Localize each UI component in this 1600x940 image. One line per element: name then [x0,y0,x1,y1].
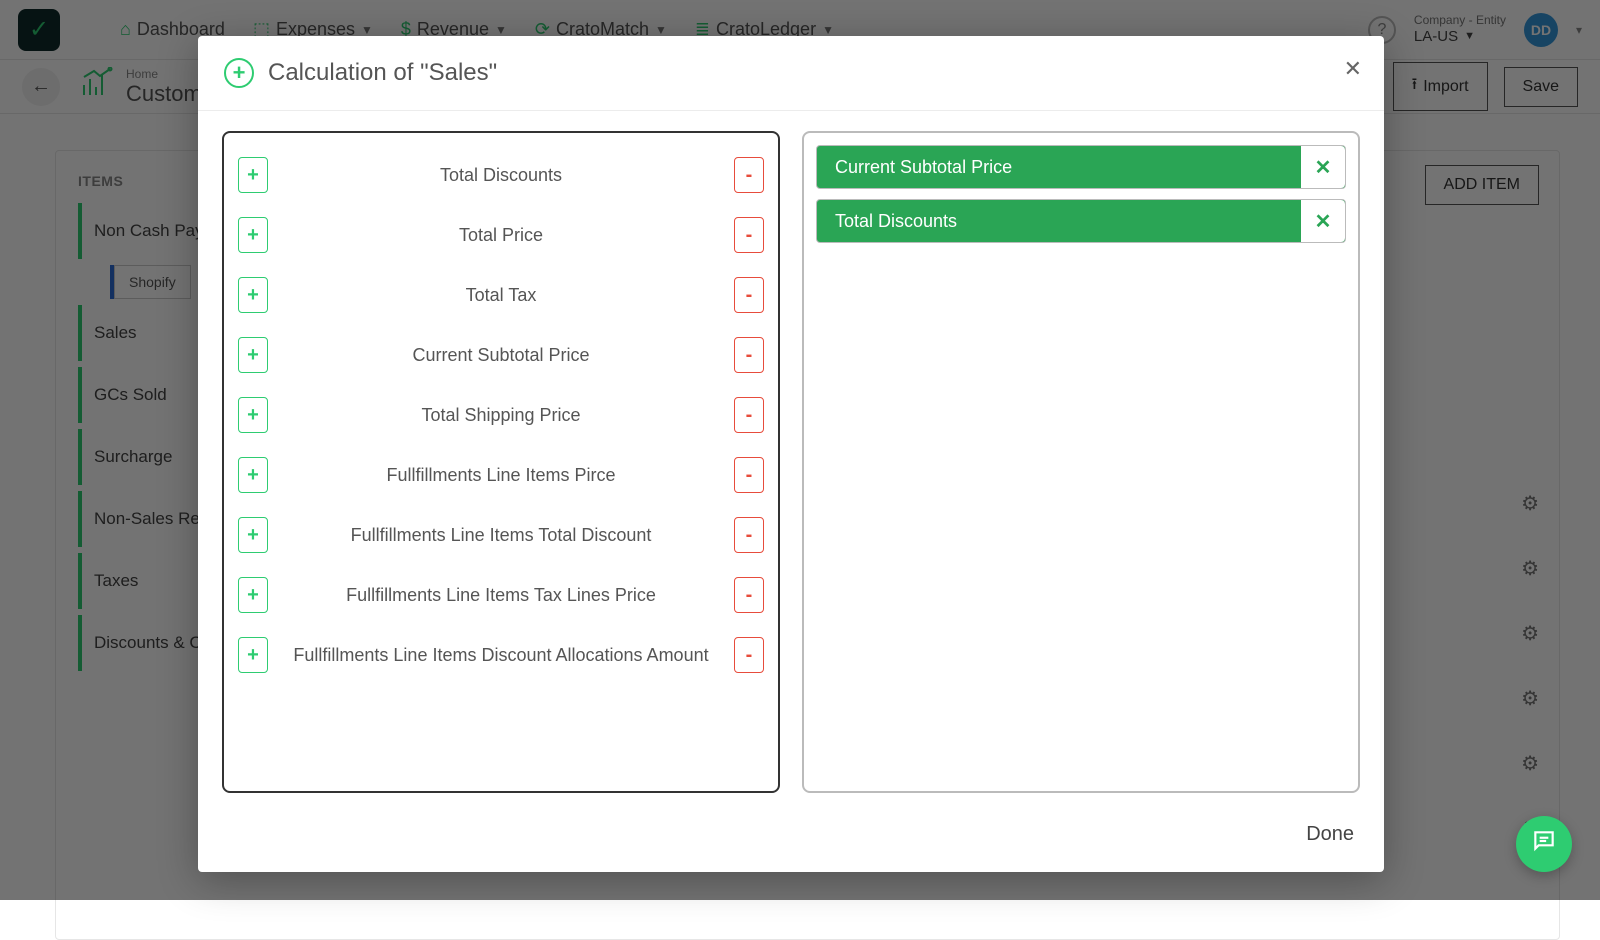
add-field-button[interactable]: + [238,517,268,553]
modal-body: +Total Discounts-+Total Price-+Total Tax… [198,111,1384,803]
modal-close-button[interactable]: ✕ [1344,56,1362,82]
available-label: Fullfillments Line Items Tax Lines Price [278,585,724,606]
available-row: + Fullfillments Line Items Tax Lines Pric… [236,565,766,625]
modal-header: + Calculation of "Sales" ✕ [198,36,1384,111]
add-field-button[interactable]: + [238,157,268,193]
available-label: Total Tax [278,285,724,306]
selected-panel: Current Subtotal Price ✕ Total Discounts ✕ [802,131,1360,793]
subtract-field-button[interactable]: - [734,337,764,373]
available-label: Total Discounts [278,165,724,186]
subtract-field-button[interactable]: - [734,277,764,313]
add-field-button[interactable]: + [238,457,268,493]
available-row: + Fullfillments Line Items Pirce- [236,445,766,505]
subtract-field-button[interactable]: - [734,577,764,613]
available-label: Total Shipping Price [278,405,724,426]
available-label: Fullfillments Line Items Discount Alloca… [278,645,724,666]
add-field-button[interactable]: + [238,397,268,433]
subtract-field-button[interactable]: - [734,217,764,253]
subtract-field-button[interactable]: - [734,397,764,433]
available-row: + Total Price- [236,205,766,265]
subtract-field-button[interactable]: - [734,637,764,673]
available-label: Total Price [278,225,724,246]
available-row: + Fullfillments Line Items Total Discount… [236,505,766,565]
available-row: + Fullfillments Line Items Discount Alloc… [236,625,766,685]
remove-field-button[interactable]: ✕ [1301,200,1345,242]
available-row: + Total Discounts- [236,145,766,205]
add-field-button[interactable]: + [238,337,268,373]
plus-circle-icon: + [224,58,254,88]
calculation-modal: + Calculation of "Sales" ✕ + Total Discou… [198,36,1384,872]
add-field-button[interactable]: + [238,277,268,313]
done-button[interactable]: Done [1306,823,1354,846]
subtract-field-button[interactable]: - [734,157,764,193]
subtract-field-button[interactable]: - [734,517,764,553]
selected-label: Current Subtotal Price [835,157,1012,178]
available-panel: +Total Discounts-+Total Price-+Total Tax… [222,131,780,793]
add-field-button[interactable]: + [238,637,268,673]
available-row: + Total Tax- [236,265,766,325]
chat-icon [1531,828,1557,861]
selected-row: Current Subtotal Price ✕ [816,145,1346,189]
subtract-field-button[interactable]: - [734,457,764,493]
modal-footer: Done [198,803,1384,872]
chat-button[interactable] [1516,816,1572,872]
add-field-button[interactable]: + [238,217,268,253]
available-label: Fullfillments Line Items Total Discount [278,525,724,546]
modal-title: Calculation of "Sales" [268,59,497,87]
available-row: + Current Subtotal Price- [236,325,766,385]
remove-field-button[interactable]: ✕ [1301,146,1345,188]
available-row: + Total Shipping Price- [236,385,766,445]
add-field-button[interactable]: + [238,577,268,613]
selected-row: Total Discounts ✕ [816,199,1346,243]
selected-label: Total Discounts [835,211,957,232]
available-label: Current Subtotal Price [278,345,724,366]
available-label: Fullfillments Line Items Pirce [278,465,724,486]
